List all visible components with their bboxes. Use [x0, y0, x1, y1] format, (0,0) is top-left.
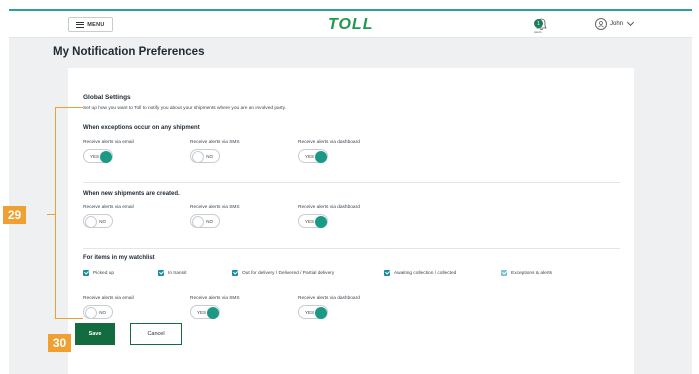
- toggle-knob: [314, 150, 327, 163]
- notification-label: Alerts: [534, 30, 542, 34]
- toggle-knob: [314, 215, 327, 228]
- user-avatar-icon: [595, 18, 607, 30]
- toggle-knob: [191, 215, 204, 228]
- menu-label: MENU: [87, 21, 105, 28]
- checkbox-checked-icon: [158, 270, 164, 276]
- checkbox-checked-icon: [384, 270, 390, 276]
- annotation-badge-29: 29: [3, 206, 26, 224]
- new-shipments-dashboard-label: Receive alerts via dashboard: [298, 205, 360, 210]
- checkbox-out-for-delivery[interactable]: Out for delivery / Delivered / Partial d…: [232, 270, 334, 276]
- annotation-bracket: [55, 107, 84, 319]
- checkbox-picked-up[interactable]: Picked up: [83, 270, 114, 276]
- exceptions-dashboard-label: Receive alerts via dashboard: [298, 140, 360, 145]
- watchlist-section-title: For items in my watchlist: [83, 255, 155, 261]
- new-shipments-section-title: When new shipments are created.: [83, 191, 180, 197]
- new-shipments-email-toggle[interactable]: NO: [83, 214, 113, 228]
- toggle-knob: [84, 215, 97, 228]
- exceptions-sms-toggle[interactable]: NO: [190, 149, 220, 163]
- page-title: My Notification Preferences: [53, 46, 205, 58]
- watchlist-dashboard-label: Receive alerts via dashboard: [298, 296, 360, 301]
- save-button[interactable]: Save: [75, 323, 115, 345]
- new-shipments-email-label: Receive alerts via email: [83, 205, 134, 210]
- top-bar: MENU TOLL 1 Alerts John: [9, 11, 692, 38]
- new-shipments-sms-toggle[interactable]: NO: [190, 214, 220, 228]
- global-settings-title: Global Settings: [83, 94, 131, 101]
- exceptions-email-toggle[interactable]: YES: [83, 149, 113, 163]
- checkbox-checked-icon: [232, 270, 238, 276]
- user-menu[interactable]: John: [595, 18, 635, 30]
- exceptions-section-title: When exceptions occur on any shipment: [83, 125, 200, 131]
- hamburger-icon: [76, 21, 85, 28]
- app-window: MENU TOLL 1 Alerts John My Notification …: [9, 9, 692, 374]
- checkbox-checked-icon: [501, 270, 507, 276]
- watchlist-dashboard-toggle[interactable]: YES: [298, 305, 328, 319]
- cancel-button[interactable]: Cancel: [130, 323, 182, 345]
- checkbox-exceptions-alerts[interactable]: Exceptions & alerts: [501, 270, 552, 276]
- watchlist-sms-label: Receive alerts via SMS: [190, 296, 240, 301]
- toggle-knob: [84, 306, 97, 319]
- toggle-knob: [191, 150, 204, 163]
- annotation-bracket-tick: [47, 214, 55, 215]
- exceptions-dashboard-toggle[interactable]: YES: [298, 149, 328, 163]
- exceptions-sms-label: Receive alerts via SMS: [190, 140, 240, 145]
- chevron-down-icon: [626, 18, 635, 27]
- toggle-knob: [206, 306, 219, 319]
- global-settings-subtitle: Set up how you want to Toll to notify yo…: [83, 106, 287, 111]
- toll-logo[interactable]: TOLL: [328, 16, 373, 34]
- checkbox-awaiting-collection[interactable]: Awaiting collection / collected: [384, 270, 456, 276]
- menu-button[interactable]: MENU: [68, 17, 113, 32]
- section-divider: [83, 182, 620, 183]
- watchlist-email-toggle[interactable]: NO: [83, 305, 113, 319]
- exceptions-email-label: Receive alerts via email: [83, 140, 134, 145]
- notification-count-badge: 1: [534, 19, 543, 28]
- annotation-badge-30: 30: [48, 334, 71, 352]
- new-shipments-sms-label: Receive alerts via SMS: [190, 205, 240, 210]
- toggle-knob: [314, 306, 327, 319]
- section-divider: [83, 248, 620, 249]
- watchlist-sms-toggle[interactable]: YES: [190, 305, 220, 319]
- user-name: John: [610, 21, 624, 27]
- toggle-knob: [99, 150, 112, 163]
- new-shipments-dashboard-toggle[interactable]: YES: [298, 214, 328, 228]
- watchlist-email-label: Receive alerts via email: [83, 296, 134, 301]
- checkbox-in-transit[interactable]: In transit: [158, 270, 186, 276]
